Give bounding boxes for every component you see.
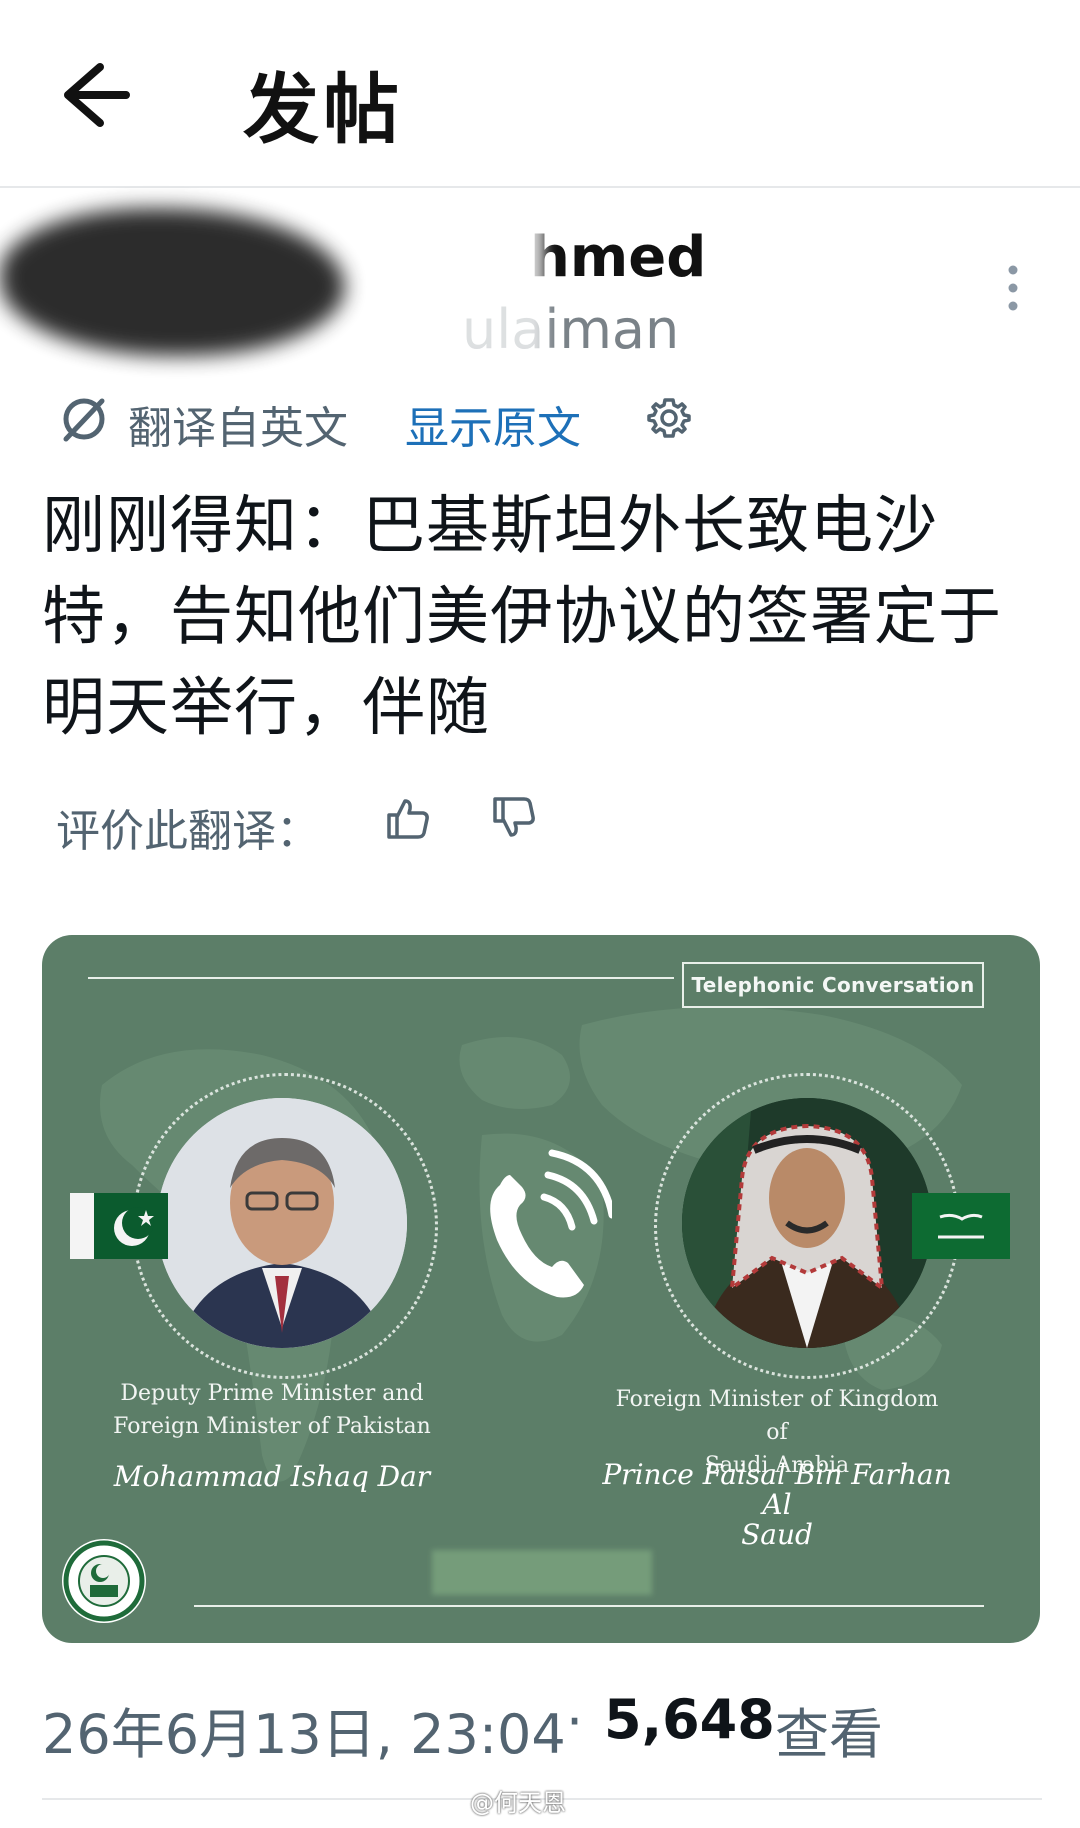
arrow-left-icon bbox=[64, 63, 130, 127]
post-body-text: 刚刚得知：巴基斯坦外长致电沙特，告知他们美伊协议的签署定于明天举行，伴随 bbox=[42, 489, 1002, 744]
pakistan-minister-portrait bbox=[157, 1098, 407, 1348]
right-name-line: Prince Faisal Bin Farhan Al bbox=[602, 1458, 952, 1521]
conversation-badge: Telephonic Conversation bbox=[682, 962, 984, 1008]
post-timestamp[interactable]: 26年6月13日, 23:04 bbox=[42, 1690, 566, 1769]
meta-separator: · bbox=[566, 1690, 584, 1753]
right-person-name: Prince Faisal Bin Farhan Al Saud bbox=[602, 1460, 952, 1550]
phone-icon bbox=[472, 1145, 616, 1305]
attached-image-card[interactable]: Telephonic Conversation Deputy Prime Min… bbox=[42, 935, 1040, 1643]
name-redaction bbox=[475, 220, 545, 290]
left-role-line: Deputy Prime Minister and bbox=[120, 1381, 424, 1406]
author-name[interactable]: hmed bbox=[530, 225, 706, 290]
translated-from-label: 翻译自英文 bbox=[128, 403, 348, 454]
pakistan-flag bbox=[70, 1193, 168, 1259]
rate-translation-label: 评价此翻译： bbox=[56, 806, 320, 857]
translate-icon bbox=[58, 393, 110, 445]
page-title: 发帖 bbox=[243, 65, 403, 154]
back-button[interactable] bbox=[60, 55, 130, 135]
card-bottom-rule bbox=[194, 1605, 984, 1607]
saudi-minister-portrait bbox=[682, 1098, 932, 1348]
blurred-footer-box bbox=[432, 1550, 652, 1595]
ministry-seal-logo bbox=[60, 1537, 148, 1625]
redacted-avatar-scribble bbox=[0, 208, 345, 356]
show-original-link[interactable]: 显示原文 bbox=[405, 392, 581, 456]
card-top-rule bbox=[88, 977, 674, 979]
more-options-button[interactable] bbox=[1000, 262, 1026, 314]
left-role-line: Foreign Minister of Pakistan bbox=[113, 1414, 431, 1439]
header-divider bbox=[0, 186, 1080, 188]
right-role-line: Foreign Minister of Kingdom of bbox=[615, 1387, 939, 1445]
saudi-arabia-flag bbox=[912, 1193, 1010, 1259]
thumbs-up-icon bbox=[387, 799, 429, 839]
views-count: 5,648 bbox=[604, 1688, 775, 1751]
views-label: 查看 bbox=[775, 1703, 883, 1766]
handle-redaction bbox=[425, 290, 545, 360]
thumbs-down-button[interactable] bbox=[489, 793, 539, 843]
gear-icon bbox=[647, 398, 691, 438]
thumbs-down-icon bbox=[493, 797, 535, 837]
more-vertical-icon bbox=[1008, 265, 1018, 311]
thumbs-up-button[interactable] bbox=[383, 793, 433, 843]
left-role-caption: Deputy Prime Minister and Foreign Minist… bbox=[102, 1377, 442, 1443]
translation-settings-button[interactable] bbox=[645, 394, 693, 442]
left-person-name: Mohammad Ishaq Dar bbox=[113, 1460, 431, 1493]
right-name-line: Saud bbox=[741, 1518, 813, 1551]
weibo-watermark: @何天恩 bbox=[470, 1789, 566, 1817]
